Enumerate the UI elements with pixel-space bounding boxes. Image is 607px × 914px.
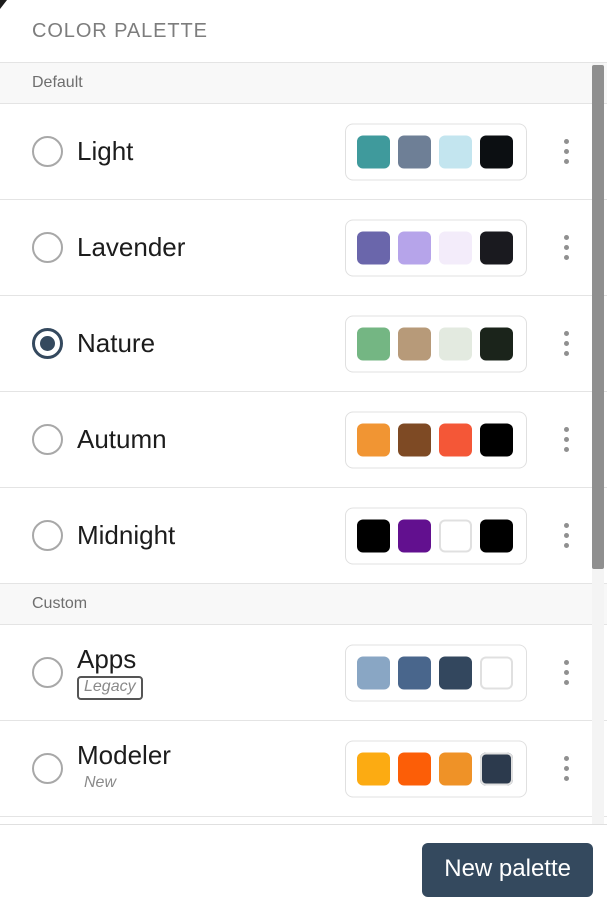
palette-swatch-group[interactable]: [345, 411, 527, 468]
palette-row[interactable]: Nature: [0, 296, 607, 392]
palette-radio-apps[interactable]: [32, 657, 63, 688]
color-swatch[interactable]: [357, 135, 390, 168]
panel-header: COLOR PALETTE: [0, 0, 607, 62]
color-swatch[interactable]: [357, 231, 390, 264]
palette-radio-midnight[interactable]: [32, 520, 63, 551]
palette-name: Modeler: [77, 740, 171, 771]
palette-row[interactable]: Midnight: [0, 488, 607, 584]
palette-name: Apps: [77, 644, 137, 675]
palette-radio-light[interactable]: [32, 136, 63, 167]
palette-name: Lavender: [77, 231, 186, 262]
color-swatch[interactable]: [480, 423, 513, 456]
color-swatch[interactable]: [439, 752, 472, 785]
color-swatch[interactable]: [439, 656, 472, 689]
palette-row[interactable]: Apps Legacy: [0, 625, 607, 721]
palette-label-block: Modeler New: [77, 741, 171, 796]
color-swatch[interactable]: [357, 423, 390, 456]
kebab-menu-icon[interactable]: [555, 752, 577, 786]
palette-scroll-region: Default Light Lavender Nature Autumn Midnight…: [0, 62, 607, 824]
section-header-custom: Custom: [0, 584, 607, 625]
palette-name: Nature: [77, 327, 156, 358]
palette-radio-lavender[interactable]: [32, 232, 63, 263]
palette-radio-autumn[interactable]: [32, 424, 63, 455]
color-swatch[interactable]: [357, 327, 390, 360]
color-swatch[interactable]: [480, 656, 513, 689]
palette-name: Midnight: [77, 519, 176, 550]
palette-swatch-group[interactable]: [345, 644, 527, 701]
palette-badge: New: [84, 774, 117, 792]
color-swatch[interactable]: [439, 231, 472, 264]
section-header-default: Default: [0, 63, 607, 104]
palette-list: Default Light Lavender Nature Autumn Midnight…: [0, 63, 607, 817]
page-title: COLOR PALETTE: [32, 20, 208, 42]
palette-label-block: Lavender: [77, 231, 186, 262]
color-swatch[interactable]: [398, 231, 431, 264]
color-swatch[interactable]: [357, 752, 390, 785]
color-swatch[interactable]: [357, 656, 390, 689]
kebab-menu-icon[interactable]: [555, 135, 577, 169]
color-swatch[interactable]: [439, 135, 472, 168]
color-palette-panel: COLOR PALETTE Default Light Lavender Nature…: [0, 0, 607, 914]
palette-swatch-group[interactable]: [345, 123, 527, 180]
color-swatch[interactable]: [398, 135, 431, 168]
kebab-menu-icon[interactable]: [555, 231, 577, 265]
palette-name: Autumn: [77, 423, 167, 454]
palette-radio-nature[interactable]: [32, 328, 63, 359]
color-swatch[interactable]: [480, 752, 513, 785]
color-swatch[interactable]: [398, 656, 431, 689]
color-swatch[interactable]: [480, 519, 513, 552]
kebab-menu-icon[interactable]: [555, 423, 577, 457]
color-swatch[interactable]: [398, 752, 431, 785]
palette-swatch-group[interactable]: [345, 507, 527, 564]
scrollbar-track[interactable]: [592, 63, 604, 824]
color-swatch[interactable]: [357, 519, 390, 552]
palette-name: Light: [77, 135, 134, 166]
color-swatch[interactable]: [398, 423, 431, 456]
palette-badge: Legacy: [77, 676, 143, 700]
color-swatch[interactable]: [398, 519, 431, 552]
kebab-menu-icon[interactable]: [555, 327, 577, 361]
palette-label-block: Nature: [77, 327, 156, 358]
palette-label-block: Autumn: [77, 423, 167, 454]
kebab-menu-icon[interactable]: [555, 519, 577, 553]
palette-swatch-group[interactable]: [345, 219, 527, 276]
kebab-menu-icon[interactable]: [555, 656, 577, 690]
panel-footer: New palette: [0, 824, 607, 914]
palette-label-block: Midnight: [77, 519, 176, 550]
palette-row[interactable]: Modeler New: [0, 721, 607, 817]
palette-swatch-group[interactable]: [345, 740, 527, 797]
palette-swatch-group[interactable]: [345, 315, 527, 372]
new-palette-button[interactable]: New palette: [422, 842, 593, 897]
section-header-label: Default: [32, 74, 83, 91]
color-swatch[interactable]: [398, 327, 431, 360]
palette-row[interactable]: Autumn: [0, 392, 607, 488]
color-swatch[interactable]: [439, 519, 472, 552]
color-swatch[interactable]: [480, 135, 513, 168]
palette-label-block: Apps Legacy: [77, 645, 143, 700]
scrollbar-thumb[interactable]: [592, 65, 604, 569]
palette-row[interactable]: Lavender: [0, 200, 607, 296]
color-swatch[interactable]: [480, 231, 513, 264]
palette-label-block: Light: [77, 135, 134, 166]
palette-radio-modeler[interactable]: [32, 753, 63, 784]
color-swatch[interactable]: [439, 423, 472, 456]
section-header-label: Custom: [32, 595, 88, 612]
palette-row[interactable]: Light: [0, 104, 607, 200]
color-swatch[interactable]: [480, 327, 513, 360]
color-swatch[interactable]: [439, 327, 472, 360]
